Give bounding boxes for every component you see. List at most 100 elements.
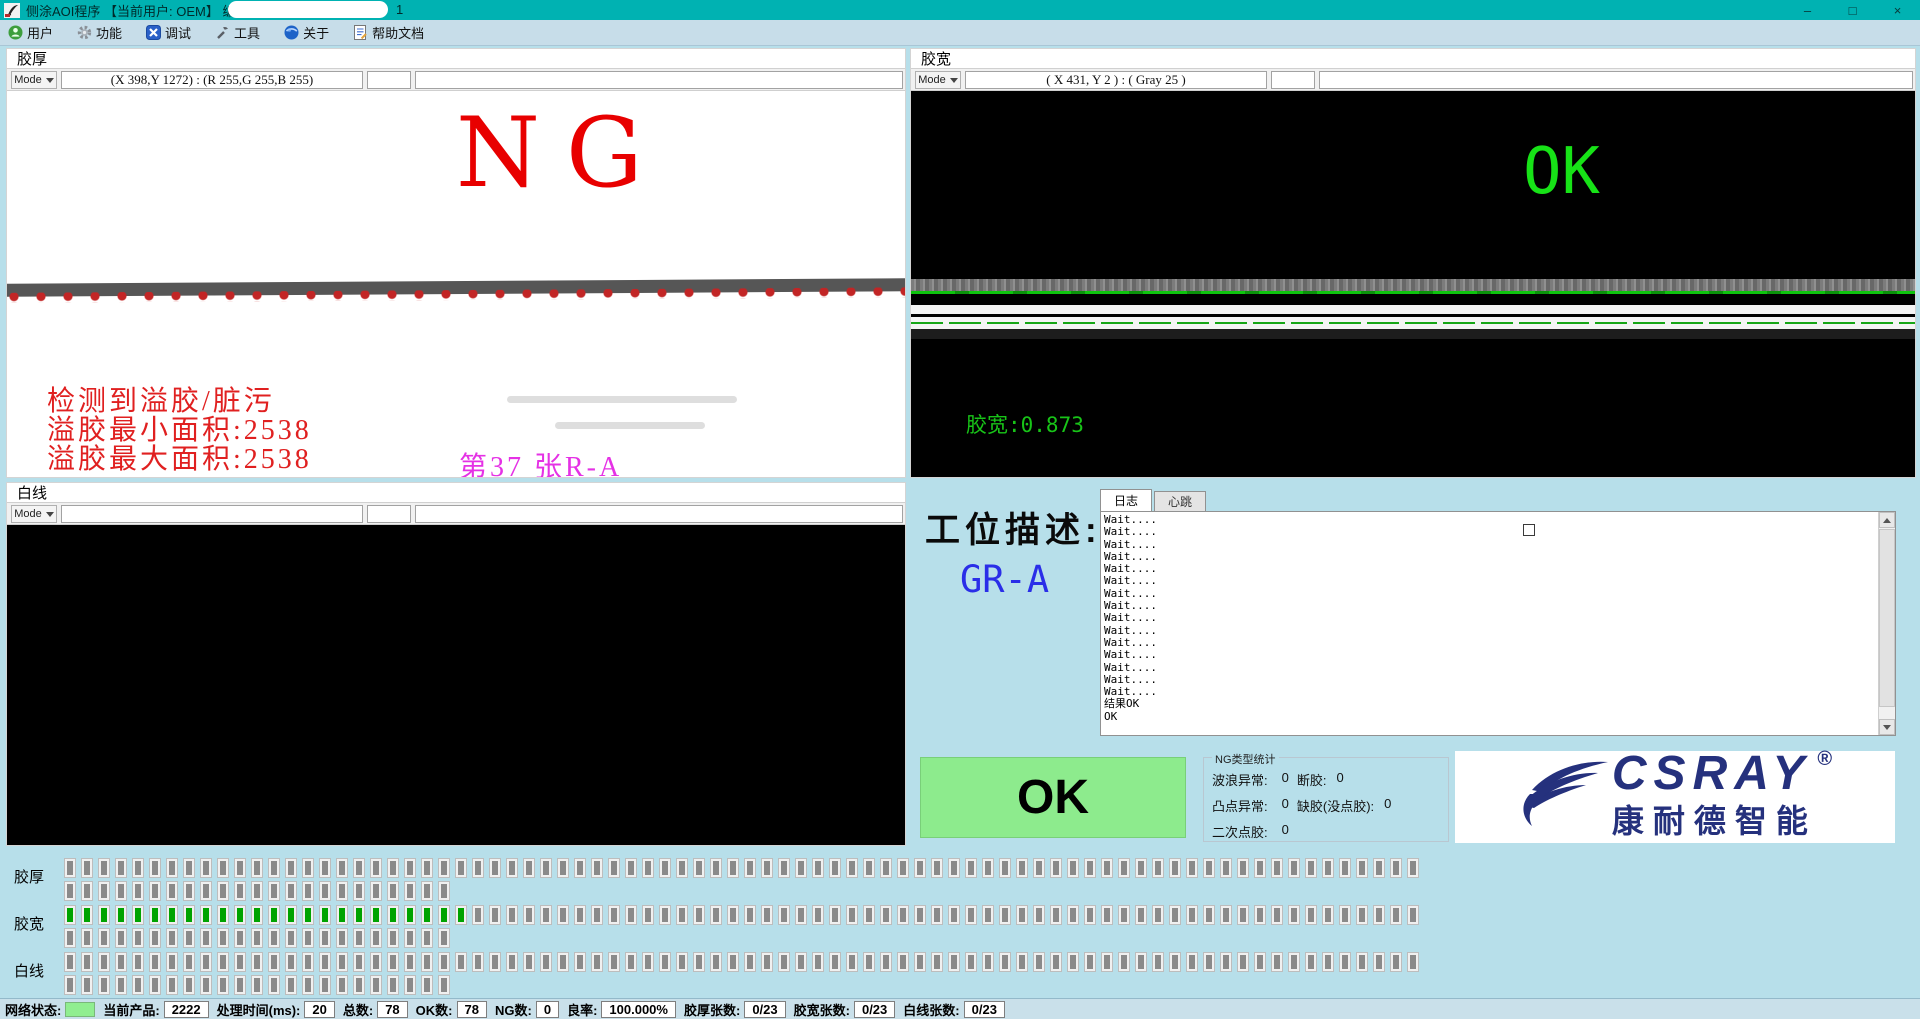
menu-item-gear[interactable]: 功能	[77, 23, 122, 42]
jiaohou-image-view[interactable]: NG 检测到溢胶/脏污 溢胶最小面积:2538 溢胶最大面积:2538 第37 …	[7, 91, 905, 477]
progress-cell-empty	[693, 858, 705, 878]
pixel-coordinate-field[interactable]: (X 398,Y 1272) : (R 255,G 255,B 255)	[61, 71, 363, 89]
progress-row-short	[64, 975, 455, 995]
progress-cell-empty	[149, 975, 161, 995]
progress-cell-empty	[676, 858, 688, 878]
progress-cell-empty	[353, 975, 365, 995]
progress-cell-empty	[302, 952, 314, 972]
progress-cell-empty	[98, 858, 110, 878]
mode-dropdown[interactable]: Mode	[11, 71, 57, 89]
menu-item-label: 功能	[96, 23, 122, 42]
minimize-button[interactable]: –	[1785, 0, 1830, 20]
mode-dropdown[interactable]: Mode	[11, 505, 57, 523]
progress-cell-empty	[438, 975, 450, 995]
progress-cell-empty	[863, 952, 875, 972]
progress-cell-empty	[149, 952, 161, 972]
menu-item-label: 关于	[303, 23, 329, 42]
statusbar-label: 良率:	[567, 1000, 597, 1019]
progress-cell-empty	[1390, 952, 1402, 972]
progress-row-short	[64, 881, 455, 901]
scroll-down-icon[interactable]	[1879, 719, 1895, 735]
statusbar-label: NG数:	[495, 1000, 532, 1019]
progress-cell-empty	[183, 858, 195, 878]
progress-cell-empty	[98, 975, 110, 995]
progress-cell-empty	[251, 881, 263, 901]
progress-cell-empty	[81, 952, 93, 972]
progress-cell-empty	[387, 928, 399, 948]
progress-cell-empty	[1169, 905, 1181, 925]
progress-cell-empty	[149, 928, 161, 948]
progress-cell-empty	[540, 905, 552, 925]
menu-item-tools[interactable]: 工具	[215, 23, 260, 42]
help-doc-icon	[353, 25, 368, 40]
progress-cell-filled	[217, 905, 229, 925]
ng-stat-row: 二次点胶:0	[1212, 822, 1289, 841]
progress-cell-empty	[438, 952, 450, 972]
progress-cell-empty	[931, 952, 943, 972]
maximize-button[interactable]: □	[1830, 0, 1875, 20]
wide-field[interactable]	[1319, 71, 1913, 89]
glue-line-image	[911, 329, 1915, 339]
logo-subtitle-text: 康耐德智能	[1612, 796, 1832, 842]
vendor-logo: CSRAY ® 康耐德智能	[1455, 751, 1895, 843]
progress-cell-filled	[336, 905, 348, 925]
log-panel[interactable]: Wait....Wait....Wait....Wait....Wait....…	[1100, 511, 1896, 736]
log-checkbox[interactable]	[1523, 524, 1535, 536]
progress-cell-filled	[234, 905, 246, 925]
progress-cell-empty	[523, 858, 535, 878]
progress-cell-empty	[268, 975, 280, 995]
progress-cell-empty	[761, 905, 773, 925]
baixian-image-view[interactable]	[7, 525, 905, 845]
tab-heartbeat[interactable]: 心跳	[1154, 491, 1206, 511]
menu-item-debug[interactable]: 调试	[146, 23, 191, 42]
app-icon	[4, 3, 20, 18]
pixel-coordinate-field[interactable]: ( X 431, Y 2 ) : ( Gray 25 )	[965, 71, 1267, 89]
about-icon	[284, 25, 299, 40]
progress-cell-empty	[1084, 952, 1096, 972]
progress-cell-empty	[489, 858, 501, 878]
close-button[interactable]: ×	[1875, 0, 1920, 20]
log-line: Wait....	[1104, 649, 1157, 661]
network-status-indicator	[65, 1002, 95, 1017]
scrollbar-thumb[interactable]	[1879, 529, 1895, 707]
small-field[interactable]	[367, 71, 411, 89]
pixel-coordinate-field[interactable]	[61, 505, 363, 523]
menu-item-user[interactable]: 用户	[8, 23, 53, 42]
progress-cell-empty	[557, 952, 569, 972]
progress-cell-empty	[64, 952, 76, 972]
statusbar-label: 胶宽张数:	[794, 1000, 850, 1019]
ng-stat-value: 0	[1282, 796, 1289, 815]
small-field[interactable]	[367, 505, 411, 523]
scroll-up-icon[interactable]	[1879, 512, 1895, 528]
progress-cell-empty	[387, 975, 399, 995]
progress-cell-empty	[115, 881, 127, 901]
progress-cell-empty	[1033, 952, 1045, 972]
small-field[interactable]	[1271, 71, 1315, 89]
progress-cell-empty	[1033, 858, 1045, 878]
progress-cell-empty	[761, 858, 773, 878]
progress-cell-empty	[200, 928, 212, 948]
overlay-line: 溢胶最小面积:2538	[47, 416, 312, 445]
progress-cell-empty	[1152, 952, 1164, 972]
ok-result-text: OK	[1523, 135, 1600, 209]
progress-cell-empty	[727, 905, 739, 925]
progress-cell-empty	[438, 928, 450, 948]
panel-baixian-title: 白线	[17, 482, 47, 503]
result-ok-button[interactable]: OK	[920, 757, 1186, 838]
progress-cell-empty	[897, 905, 909, 925]
mode-dropdown[interactable]: Mode	[915, 71, 961, 89]
tab-log[interactable]: 日志	[1100, 489, 1152, 511]
progress-cell-empty	[1322, 858, 1334, 878]
menu-item-about[interactable]: 关于	[284, 23, 329, 42]
progress-cell-filled	[353, 905, 365, 925]
edge-detect-line	[911, 322, 1915, 324]
jiaokuan-image-view[interactable]: OK 胶宽:0.873	[911, 91, 1915, 477]
menu-item-help-doc[interactable]: 帮助文档	[353, 23, 424, 42]
progress-cell-empty	[948, 952, 960, 972]
log-line: Wait....	[1104, 662, 1157, 674]
statusbar-value: 0/23	[744, 1001, 785, 1018]
wide-field[interactable]	[415, 71, 903, 89]
log-scrollbar[interactable]	[1878, 512, 1895, 735]
wide-field[interactable]	[415, 505, 903, 523]
progress-cell-empty	[1356, 858, 1368, 878]
